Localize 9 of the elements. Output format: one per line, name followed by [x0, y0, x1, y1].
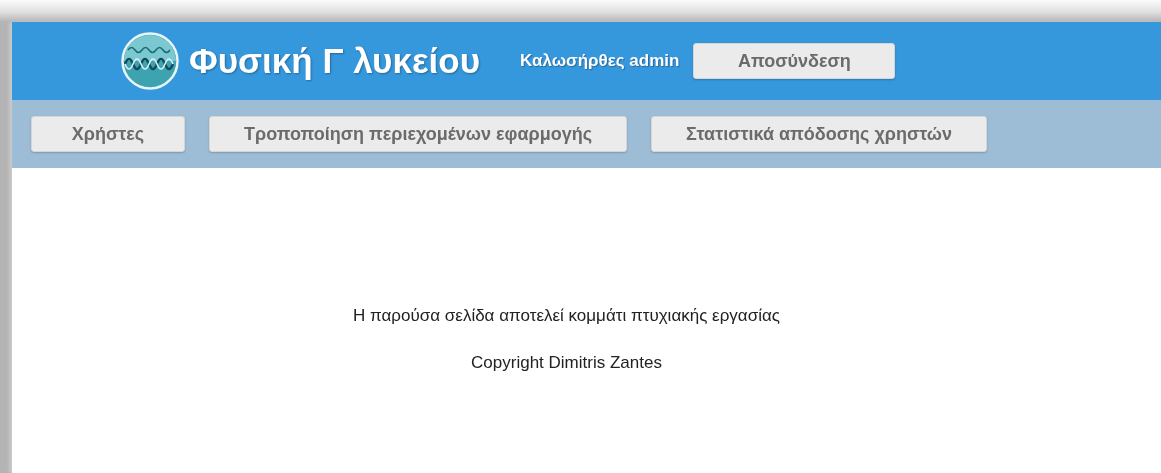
wave-logo-icon: [121, 32, 179, 90]
welcome-text: Καλωσήρθες admin: [520, 51, 680, 71]
nav-button[interactable]: Στατιστικά απόδοσης χρηστών: [651, 116, 987, 152]
logout-button[interactable]: Αποσύνδεση: [693, 43, 896, 79]
nav-button[interactable]: Τροποποίηση περιεχομένων εφαρμογής: [209, 116, 628, 152]
site-title: Φυσική Γ λυκείου: [189, 41, 481, 81]
copyright-text: Copyright Dimitris Zantes: [471, 353, 662, 373]
nav-button[interactable]: Χρήστες: [31, 116, 185, 152]
footer-note: Η παρούσα σελίδα αποτελεί κομμάτι πτυχιακής εργασίας: [353, 306, 780, 326]
